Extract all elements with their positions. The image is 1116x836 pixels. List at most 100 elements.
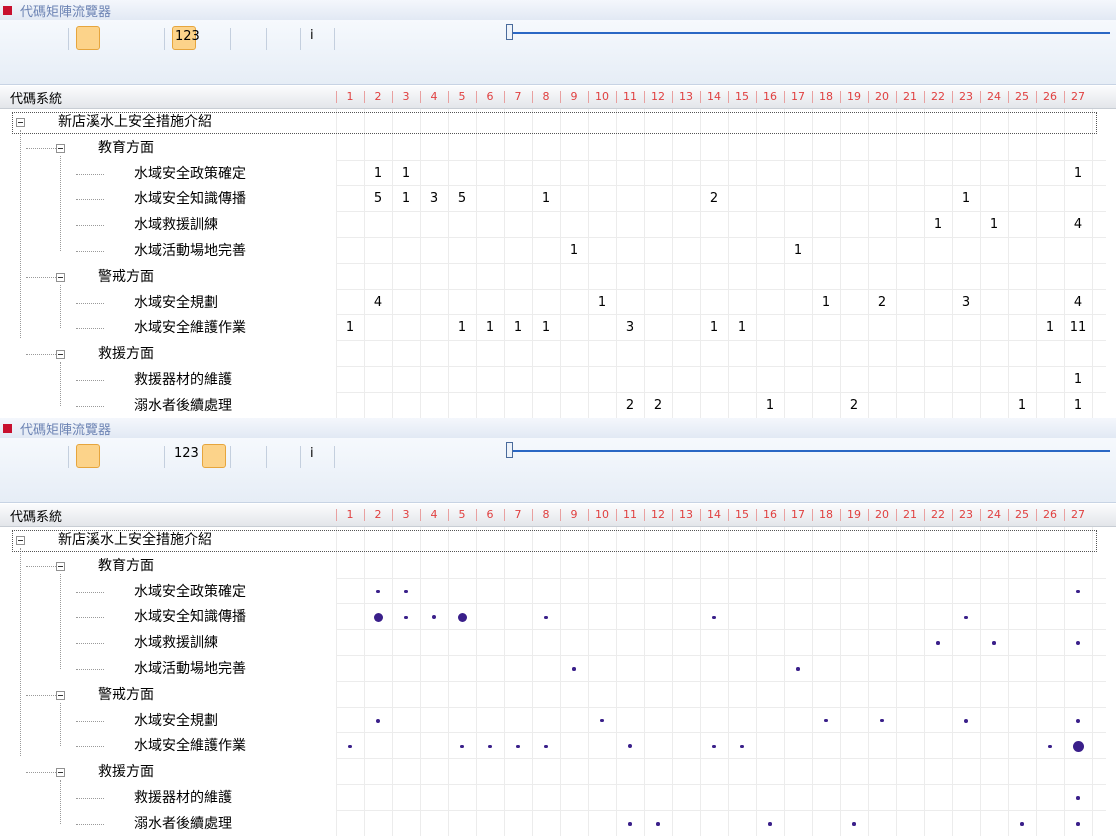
run-button[interactable]: [342, 444, 366, 468]
export-button[interactable]: [10, 444, 34, 468]
column-header-14[interactable]: 14: [700, 508, 728, 521]
column-header-24[interactable]: 24: [980, 508, 1008, 521]
matrix-cell-dot[interactable]: [1076, 796, 1080, 800]
code-label[interactable]: 教育方面: [98, 556, 154, 576]
matrix-cell-dot[interactable]: [628, 744, 632, 749]
column-header-6[interactable]: 6: [476, 90, 504, 103]
matrix-cell[interactable]: 3: [616, 318, 644, 338]
matrix-cell-dot[interactable]: [936, 641, 940, 645]
matrix-cell-dot[interactable]: [768, 822, 772, 826]
matrix-cell[interactable]: 1: [392, 189, 420, 209]
matrix-cell-dot[interactable]: [992, 641, 996, 645]
matrix-cell-dot[interactable]: [964, 718, 968, 723]
column-header-3[interactable]: 3: [392, 508, 420, 521]
matrix-cell[interactable]: 1: [504, 318, 532, 338]
column-header-14[interactable]: 14: [700, 90, 728, 103]
column-header-11[interactable]: 11: [616, 90, 644, 103]
column-header-15[interactable]: 15: [728, 90, 756, 103]
column-header-21[interactable]: 21: [896, 90, 924, 103]
matrix-cell-dot[interactable]: [460, 744, 464, 749]
column-header-13[interactable]: 13: [672, 90, 700, 103]
matrix-cell[interactable]: 1: [1036, 318, 1064, 338]
matrix-cell[interactable]: 1: [476, 318, 504, 338]
column-header-17[interactable]: 17: [784, 90, 812, 103]
matrix-cell-dot[interactable]: [404, 615, 408, 620]
code-label[interactable]: 救援方面: [98, 344, 154, 364]
matrix-cell-dot[interactable]: [1076, 718, 1080, 723]
matrix-cell-dot[interactable]: [1076, 589, 1080, 594]
zoom-slider[interactable]: [506, 442, 1110, 466]
layout-single-button[interactable]: [136, 26, 160, 50]
column-header-22[interactable]: 22: [924, 508, 952, 521]
column-header-9[interactable]: 9: [560, 508, 588, 521]
refresh-button[interactable]: [274, 444, 298, 468]
matrix-cell[interactable]: 1: [336, 318, 364, 338]
matrix-cell-dot[interactable]: [880, 718, 884, 723]
matrix-cell[interactable]: 5: [364, 189, 392, 209]
column-header-4[interactable]: 4: [420, 90, 448, 103]
code-label[interactable]: 水域安全維護作業: [134, 736, 246, 756]
info-button[interactable]: i: [308, 26, 332, 50]
matrix-cell[interactable]: 1: [756, 396, 784, 416]
column-header-9[interactable]: 9: [560, 90, 588, 103]
matrix-cell[interactable]: 1: [784, 241, 812, 261]
matrix-cell[interactable]: 1: [924, 215, 952, 235]
matrix-cell-dot[interactable]: [376, 589, 380, 594]
matrix-cell-dot[interactable]: [544, 744, 548, 749]
matrix-cell[interactable]: 1: [532, 318, 560, 338]
column-header-4[interactable]: 4: [420, 508, 448, 521]
column-header-10[interactable]: 10: [588, 508, 616, 521]
numbers-button[interactable]: 123: [172, 444, 199, 468]
code-label[interactable]: 水域安全規劃: [134, 711, 218, 731]
matrix-cell[interactable]: 4: [1064, 215, 1092, 235]
matrix-cell-dot[interactable]: [457, 612, 467, 622]
matrix-cell-dot[interactable]: [600, 718, 604, 723]
matrix-cell-dot[interactable]: [544, 615, 548, 620]
column-header-16[interactable]: 16: [756, 508, 784, 521]
matrix-cell[interactable]: 1: [364, 164, 392, 184]
matrix-cell-dot[interactable]: [628, 822, 632, 826]
matrix-cell[interactable]: 2: [644, 396, 672, 416]
column-header-3[interactable]: 3: [392, 90, 420, 103]
layout-split-button[interactable]: [76, 26, 100, 50]
code-label[interactable]: 教育方面: [98, 138, 154, 158]
column-header-7[interactable]: 7: [504, 508, 532, 521]
code-label[interactable]: 水域安全政策確定: [134, 164, 246, 184]
matrix-cell-dot[interactable]: [1048, 744, 1052, 749]
export-button[interactable]: [10, 26, 34, 50]
symbols-button[interactable]: [202, 444, 226, 468]
matrix-cell-dot[interactable]: [656, 822, 660, 826]
code-label[interactable]: 水域安全政策確定: [134, 582, 246, 602]
code-label[interactable]: 水域安全知識傳播: [134, 189, 246, 209]
column-header-1[interactable]: 1: [336, 508, 364, 521]
column-header-6[interactable]: 6: [476, 508, 504, 521]
collapse-toggle[interactable]: [56, 690, 65, 700]
matrix-cell[interactable]: 5: [448, 189, 476, 209]
collapse-toggle[interactable]: [56, 272, 65, 282]
code-label[interactable]: 警戒方面: [98, 267, 154, 287]
column-header-8[interactable]: 8: [532, 508, 560, 521]
matrix-cell-dot[interactable]: [376, 718, 380, 723]
code-label[interactable]: 水域活動場地完善: [134, 659, 246, 679]
column-header-18[interactable]: 18: [812, 508, 840, 521]
column-header-5[interactable]: 5: [448, 90, 476, 103]
matrix-cell-dot[interactable]: [572, 667, 576, 671]
column-header-25[interactable]: 25: [1008, 90, 1036, 103]
matrix-cell[interactable]: 1: [560, 241, 588, 261]
column-header-26[interactable]: 26: [1036, 508, 1064, 521]
collapse-toggle[interactable]: [56, 350, 65, 360]
zoom-slider[interactable]: [506, 24, 1110, 48]
matrix-cell[interactable]: 1: [1064, 164, 1092, 184]
column-header-20[interactable]: 20: [868, 508, 896, 521]
collapse-toggle[interactable]: [56, 768, 65, 778]
matrix-cell[interactable]: 2: [868, 293, 896, 313]
column-header-23[interactable]: 23: [952, 508, 980, 521]
column-header-12[interactable]: 12: [644, 508, 672, 521]
layout-split-button[interactable]: [76, 444, 100, 468]
column-header-15[interactable]: 15: [728, 508, 756, 521]
matrix-cell-dot[interactable]: [404, 589, 408, 594]
matrix-cell-dot[interactable]: [432, 615, 436, 620]
column-header-11[interactable]: 11: [616, 508, 644, 521]
code-label[interactable]: 水域救援訓練: [134, 633, 218, 653]
column-header-21[interactable]: 21: [896, 508, 924, 521]
